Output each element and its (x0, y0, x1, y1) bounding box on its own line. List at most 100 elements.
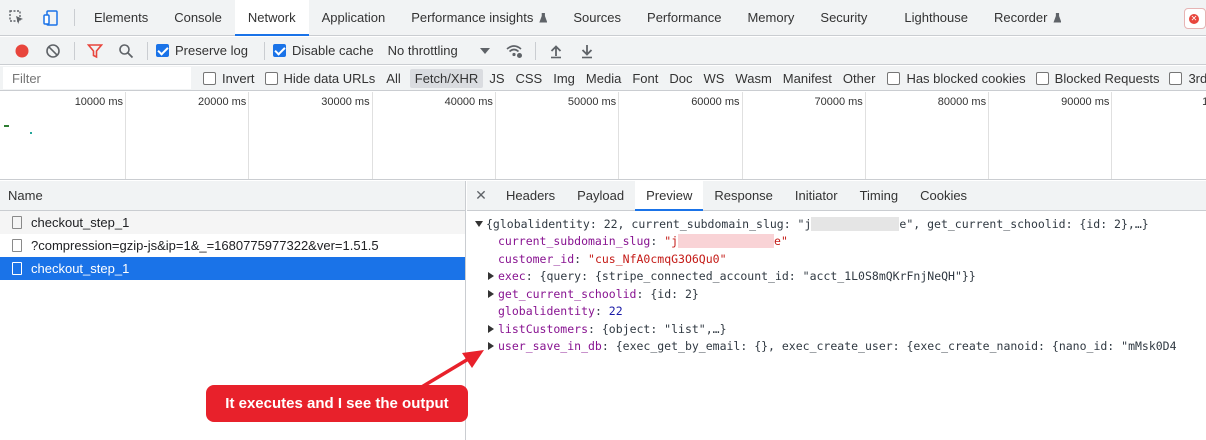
clear-icon (46, 43, 60, 58)
network-overview[interactable]: 10000 ms 20000 ms 30000 ms 40000 ms 50000 ms… (0, 92, 1206, 180)
tab-network[interactable]: Network (234, 0, 309, 36)
hide-data-urls-checkbox[interactable]: Hide data URLs (264, 70, 376, 86)
filter-type-doc[interactable]: Doc (664, 69, 697, 88)
preserve-log-check[interactable] (156, 44, 169, 57)
timeline-tick-label: 70000 ms (814, 96, 863, 108)
timeline-gridline (248, 92, 250, 179)
clear-button[interactable] (41, 39, 65, 63)
issues-badge[interactable]: ✕ (1184, 8, 1206, 29)
preserve-log-checkbox[interactable]: Preserve log (156, 43, 248, 58)
tab-sources[interactable]: Sources (560, 0, 634, 35)
tab-memory[interactable]: Memory (734, 0, 807, 35)
filter-type-all[interactable]: All (381, 69, 405, 88)
prop-key: exec (498, 269, 526, 284)
filter-type-fetch-xhr[interactable]: Fetch/XHR (409, 68, 484, 88)
record-button[interactable] (10, 39, 34, 63)
inspect-element-button[interactable] (0, 0, 34, 35)
invert-check[interactable] (203, 71, 216, 85)
tab-lighthouse[interactable]: Lighthouse (880, 0, 981, 35)
filter-type-css[interactable]: CSS (511, 69, 548, 88)
details-tab-preview[interactable]: Preview (635, 181, 704, 211)
throttling-value: No throttling (387, 43, 458, 58)
collapsed-arrow-icon[interactable] (488, 324, 494, 333)
prop-value: {id: 2} (650, 286, 699, 301)
tab-application[interactable]: Application (309, 0, 399, 35)
timeline-tick-label: 90000 ms (1061, 96, 1110, 108)
details-tab-response[interactable]: Response (703, 181, 784, 210)
request-name: checkout_step_1 (31, 215, 130, 230)
request-row[interactable]: checkout_step_1 (0, 211, 465, 234)
tree-row-globalidentity[interactable]: globalidentity: 22 (467, 303, 1206, 321)
tree-row-schoolid[interactable]: get_current_schoolid: {id: 2} (467, 285, 1206, 303)
has-blocked-cookies-check[interactable] (887, 71, 901, 85)
tab-console[interactable]: Console (161, 0, 235, 35)
expanded-arrow-icon[interactable] (475, 220, 483, 227)
close-icon[interactable]: ✕ (467, 181, 495, 210)
invert-checkbox[interactable]: Invert (203, 71, 255, 86)
tree-row-customer[interactable]: customer_id: "cus_NfA0cmqG3O6Qu0" (467, 250, 1206, 268)
tab-label: Recorder (994, 10, 1048, 25)
annotation-text: It executes and I see the output (225, 395, 449, 412)
request-row[interactable]: checkout_step_1 (0, 257, 465, 280)
collapsed-arrow-icon[interactable] (488, 289, 494, 298)
collapsed-arrow-icon[interactable] (488, 342, 494, 351)
tree-row-exec[interactable]: exec: {query: {stripe_connected_account_… (467, 268, 1206, 286)
column-header-name[interactable]: Name (0, 181, 465, 211)
tab-performance-insights[interactable]: Performance insights (398, 0, 560, 35)
search-icon (119, 43, 134, 58)
details-tab-initiator[interactable]: Initiator (784, 181, 849, 210)
throttling-select[interactable]: No throttling (388, 43, 490, 58)
colon: : (650, 234, 665, 249)
export-har-button[interactable] (575, 39, 599, 63)
request-row[interactable]: ?compression=gzip-js&ip=1&_=168077597732… (0, 234, 465, 257)
details-tab-payload[interactable]: Payload (566, 181, 635, 210)
filter-type-img[interactable]: Img (548, 69, 580, 88)
has-blocked-cookies-checkbox[interactable]: Has blocked cookies (887, 71, 1026, 86)
filter-input[interactable] (3, 67, 191, 89)
device-toggle-icon (43, 9, 58, 26)
colon: : (588, 321, 602, 336)
filter-type-ws[interactable]: WS (698, 69, 729, 88)
colon: : (574, 251, 589, 266)
hide-data-urls-check[interactable] (264, 71, 278, 85)
prop-key: get_current_schoolid (498, 286, 637, 301)
tree-root[interactable]: {globalidentity: 22, current_subdomain_s… (467, 215, 1206, 233)
colon: : (636, 286, 651, 301)
timeline-tick-label: 80000 ms (937, 96, 987, 108)
network-conditions-button[interactable] (502, 39, 526, 63)
filter-bar: Invert Hide data URLs AllFetch/XHRJSCSSI… (0, 66, 1206, 91)
filter-type-js[interactable]: JS (484, 69, 509, 88)
divider (263, 41, 265, 60)
tab-security[interactable]: Security (807, 0, 880, 35)
third-party-check[interactable] (1169, 71, 1183, 85)
disable-cache-checkbox[interactable]: Disable cache (272, 43, 374, 58)
collapsed-arrow-icon[interactable] (488, 272, 494, 281)
request-bar (4, 125, 9, 127)
blocked-requests-check[interactable] (1035, 71, 1049, 85)
details-tab-headers[interactable]: Headers (495, 181, 566, 210)
details-tab-cookies[interactable]: Cookies (909, 181, 978, 210)
third-party-checkbox[interactable]: 3rd- (1169, 71, 1206, 86)
network-conditions-icon (506, 44, 522, 58)
tree-row-listcustomers[interactable]: listCustomers: {object: "list",…} (467, 320, 1206, 338)
tab-performance[interactable]: Performance (634, 0, 734, 35)
import-har-button[interactable] (544, 39, 568, 63)
tab-recorder[interactable]: Recorder (981, 0, 1074, 35)
tree-row-user-save[interactable]: user_save_in_db: {exec_get_by_email: {},… (467, 338, 1206, 356)
tab-elements[interactable]: Elements (81, 0, 161, 35)
filter-type-wasm[interactable]: Wasm (730, 69, 776, 88)
search-button[interactable] (114, 39, 138, 63)
tab-label: Application (321, 10, 386, 25)
filter-type-manifest[interactable]: Manifest (778, 69, 837, 88)
filter-type-media[interactable]: Media (581, 69, 626, 88)
blocked-requests-checkbox[interactable]: Blocked Requests (1035, 71, 1159, 86)
details-tab-timing[interactable]: Timing (849, 181, 910, 210)
filter-type-other[interactable]: Other (838, 69, 881, 88)
tree-row-slug[interactable]: current_subdomain_slug: "j e" (467, 233, 1206, 251)
filter-type-font[interactable]: Font (627, 69, 663, 88)
disable-cache-check[interactable] (272, 44, 286, 57)
device-toolbar-button[interactable] (34, 0, 68, 35)
request-bar (30, 132, 32, 134)
hide-data-urls-label: Hide data URLs (283, 70, 376, 86)
filter-toggle-button[interactable] (83, 39, 107, 63)
